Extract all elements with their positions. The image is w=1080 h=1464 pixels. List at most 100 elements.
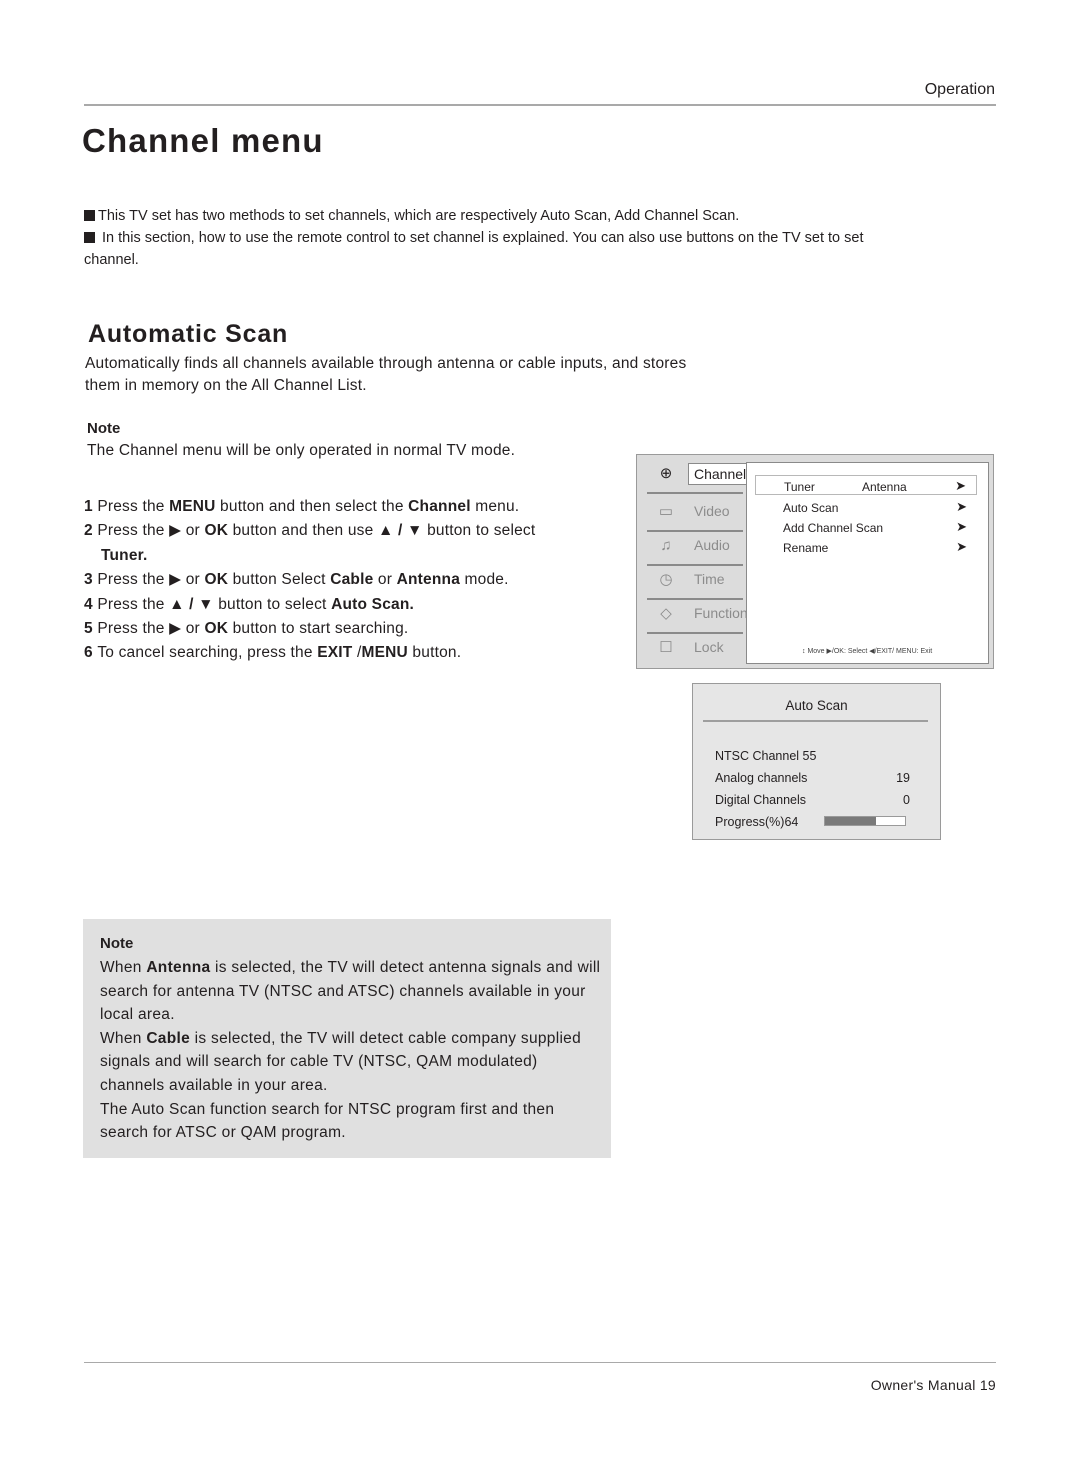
text-run: menu. [470, 498, 520, 515]
digital-channels-row: Digital Channels 0 [715, 793, 910, 807]
text-run: mode. [460, 571, 509, 589]
page-footer: Owner's Manual 19 [870, 1377, 996, 1393]
text-run: button and then select the [215, 498, 409, 515]
text-run: Press the [97, 595, 170, 613]
step-number: 3 [84, 571, 98, 589]
text-run: ▶ [169, 571, 182, 589]
tv-menu-item-auto-scan[interactable]: Auto Scan ➤ [755, 497, 977, 517]
note-paragraph: The Auto Scan function search for NTSC p… [100, 1098, 605, 1145]
text-run: or [181, 620, 205, 638]
auto-scan-dialog: Auto Scan NTSC Channel 55 Analog channel… [692, 683, 941, 840]
digital-value: 0 [903, 793, 910, 807]
tv-sidebar-item-channel[interactable]: ⊕ Channel [647, 459, 757, 489]
steps-list: 1 Press the MENU button and then select … [84, 495, 604, 666]
step-continuation: Tuner. [84, 544, 604, 568]
emphasis-text: MENU [361, 644, 408, 662]
tv-menu-item-label: Add Channel Scan [783, 521, 884, 535]
step-item: 6 To cancel searching, press the EXIT /M… [84, 641, 604, 665]
audio-icon: ♫ [660, 537, 672, 554]
text-run: or [373, 571, 397, 589]
bullet-square-icon [84, 210, 95, 221]
tv-menu-item-rename[interactable]: Rename ➤ [755, 537, 977, 557]
arrow-right-icon: ➤ [956, 539, 967, 554]
bullet-square-icon [84, 232, 95, 243]
step-item: 1 Press the MENU button and then select … [84, 495, 604, 519]
tv-sidebar-item-lock[interactable]: ☐ Lock [647, 633, 757, 663]
note-text: The Channel menu will be only operated i… [87, 442, 516, 459]
intro-paragraph: In this section, how to use the remote c… [84, 227, 914, 271]
step-item: 3 Press the ▶ or OK button Select Cable … [84, 568, 604, 592]
tv-channel-menu: ⊕ Channel ▭ Video ♫ Audio ◷ Time ◇ Function ☐ Lock … [636, 454, 994, 669]
tv-menu-item-value: Antenna [862, 480, 907, 494]
step-item: 4 Press the ▲ / ▼ button to select Auto … [84, 593, 604, 617]
analog-channels-row: Analog channels 19 [715, 771, 910, 785]
emphasis-text: Tuner. [101, 546, 148, 564]
clock-icon: ◷ [659, 571, 673, 588]
footer-divider [84, 1362, 996, 1363]
text-run: Press the [97, 498, 170, 515]
text-run: button to select [213, 595, 332, 613]
antenna-icon: ⊕ [659, 465, 673, 482]
intro-line-2: In this section, how to use the remote c… [84, 230, 864, 268]
emphasis-text: OK [204, 522, 229, 540]
step-item: 5 Press the ▶ or OK button to start sear… [84, 617, 604, 641]
text-run: or [181, 571, 205, 589]
tv-sidebar-item-time[interactable]: ◷ Time [647, 565, 757, 595]
text-run: or [181, 522, 205, 540]
emphasis-text: EXIT [317, 644, 353, 662]
intro-paragraph: This TV set has two methods to set chann… [84, 205, 914, 227]
step-number: 6 [84, 644, 98, 662]
section-heading: Automatic Scan [88, 320, 289, 348]
emphasis-text: Channel [408, 498, 471, 515]
analog-label: Analog channels [715, 771, 808, 785]
emphasis-text: OK [204, 620, 229, 638]
tv-sidebar-label: Audio [694, 537, 730, 553]
emphasis-text: Antenna [396, 571, 461, 589]
note-paragraph: When Antenna is selected, the TV will de… [100, 956, 605, 1027]
tv-menu-item-label: Rename [783, 541, 829, 555]
text-run: button and then use [228, 522, 378, 540]
section-description: Automatically finds all channels availab… [85, 355, 687, 394]
text-run: Press the [97, 571, 170, 589]
emphasis-text: OK [204, 571, 229, 589]
note-box-body: When Antenna is selected, the TV will de… [100, 956, 605, 1145]
scan-channel: NTSC Channel 55 [715, 749, 910, 763]
note-paragraph: When Cable is selected, the TV will dete… [100, 1027, 605, 1098]
dialog-title: Auto Scan [785, 698, 848, 713]
tv-sidebar-item-audio[interactable]: ♫ Audio [647, 531, 757, 561]
emphasis-text: Cable [330, 571, 374, 589]
digital-label: Digital Channels [715, 793, 807, 807]
progress-bar [824, 816, 906, 826]
step-number: 4 [84, 595, 98, 613]
text-run: ▶ [169, 620, 182, 638]
tv-menu-item-label: Auto Scan [783, 501, 839, 515]
tv-menu-item-add-channel-scan[interactable]: Add Channel Scan ➤ [755, 517, 977, 537]
progress-label: Progress(%)64 [715, 815, 799, 829]
tv-sidebar-label: Video [694, 503, 730, 519]
analog-value: 19 [896, 771, 910, 785]
emphasis-text: Antenna [146, 959, 211, 976]
dialog-divider [703, 720, 928, 722]
text-run: The Auto Scan function search for NTSC p… [100, 1100, 555, 1142]
text-run: When [100, 1029, 147, 1047]
tv-menu-item-tuner[interactable]: Tuner Antenna ➤ [755, 475, 977, 495]
tv-menu-panel: Tuner Antenna ➤ Auto Scan ➤ Add Channel Scan ➤… [746, 462, 989, 664]
emphasis-text: Cable [146, 1029, 191, 1047]
tv-sidebar-item-video[interactable]: ▭ Video [647, 497, 757, 527]
text-run: ▶ [169, 522, 182, 540]
tv-menu-item-label: Tuner [784, 480, 815, 494]
progress-fill [825, 817, 877, 825]
note-box: Note When Antenna is selected, the TV wi… [83, 919, 611, 1158]
lock-icon: ☐ [659, 639, 673, 656]
emphasis-text: ▲ / ▼ [169, 595, 214, 613]
header-divider [84, 104, 996, 106]
emphasis-text: ▲ / ▼ [377, 522, 423, 540]
text-run: Press the [97, 620, 170, 638]
arrow-right-icon: ➤ [956, 519, 967, 534]
function-icon: ◇ [660, 605, 672, 622]
text-run: button. [407, 644, 462, 662]
tv-sidebar-item-function[interactable]: ◇ Function [647, 599, 757, 629]
tv-sidebar-label: Function [694, 605, 748, 621]
step-number: 2 [84, 522, 98, 540]
intro-line-1: This TV set has two methods to set chann… [98, 208, 740, 224]
